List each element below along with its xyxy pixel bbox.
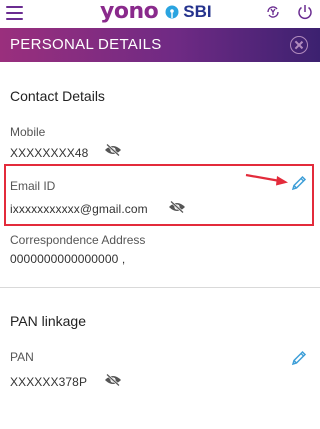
eye-slash-icon[interactable] [104, 144, 122, 156]
section-divider [0, 287, 320, 288]
page-header: PERSONAL DETAILS [0, 28, 320, 62]
sbi-logo-icon [165, 5, 179, 19]
email-label: Email ID [10, 179, 56, 193]
yono-cash-icon[interactable] [264, 3, 282, 21]
eye-slash-icon[interactable] [168, 201, 186, 213]
pan-label: PAN [10, 350, 34, 364]
mobile-value: XXXXXXXX48 [10, 146, 89, 160]
top-bar: yono SBI [0, 0, 320, 28]
contact-details-heading: Contact Details [10, 88, 105, 104]
email-value: ixxxxxxxxxxx@gmail.com [10, 202, 148, 216]
correspondence-address-label: Correspondence Address [10, 233, 146, 247]
app-logo: yono SBI [100, 0, 212, 24]
hamburger-menu-icon[interactable] [6, 6, 23, 20]
annotation-arrow-icon [245, 173, 288, 186]
page-title: PERSONAL DETAILS [10, 36, 162, 53]
eye-slash-icon[interactable] [104, 374, 122, 386]
logo-sbi-text: SBI [183, 2, 212, 21]
edit-pan-pencil-icon[interactable] [291, 350, 307, 366]
close-circle-icon[interactable] [290, 36, 308, 54]
mobile-label: Mobile [10, 125, 46, 139]
edit-email-pencil-icon[interactable] [291, 175, 307, 191]
power-off-icon[interactable] [296, 3, 314, 21]
logo-yono-text: yono [100, 0, 159, 24]
correspondence-address-value: 0000000000000000 , [10, 252, 126, 266]
pan-linkage-heading: PAN linkage [10, 313, 87, 329]
pan-value: XXXXXX378P [10, 375, 88, 389]
